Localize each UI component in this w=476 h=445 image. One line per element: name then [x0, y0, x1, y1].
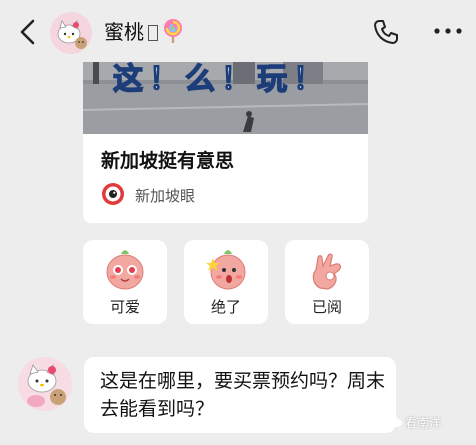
contact-name-text: 蜜桃 [104, 20, 144, 44]
watermark-text: 看南洋 [405, 416, 442, 430]
chat-screen: 蜜桃 这！么！玩！ 新加坡挺有意思 新加坡眼 可爱 绝了 已阅 这是在哪里，要买… [0, 0, 476, 445]
missing-glyph-icon [148, 25, 158, 41]
lollipop-emoji-icon [164, 19, 182, 43]
reaction-cute[interactable]: 可爱 [83, 240, 167, 324]
ok-hand-sticker-icon [312, 253, 342, 290]
phone-icon[interactable] [372, 18, 400, 46]
shared-link-card[interactable]: 这！么！玩！ 新加坡挺有意思 新加坡眼 [83, 40, 368, 223]
cute-face-sticker-icon [106, 250, 144, 290]
hello-kitty-avatar-icon [18, 357, 72, 411]
wechat-logo-icon [386, 415, 402, 427]
reaction-label: 已阅 [311, 298, 342, 316]
hello-kitty-avatar-icon [50, 12, 92, 54]
message-bubble[interactable]: 这是在哪里，要买票预约吗？周末去能看到吗？ [84, 357, 396, 433]
back-arrow-icon[interactable] [14, 16, 42, 48]
card-title: 新加坡挺有意思 [101, 150, 235, 172]
card-source: 新加坡眼 [135, 187, 196, 205]
wow-face-sticker-icon [206, 250, 246, 290]
reaction-read[interactable]: 已阅 [285, 240, 369, 324]
more-dots-icon[interactable] [432, 20, 464, 42]
chat-header: 蜜桃 [0, 0, 476, 62]
contact-name: 蜜桃 [104, 18, 184, 45]
message-text: 这是在哪里，要买票预约吗？周末去能看到吗？ [100, 370, 386, 420]
reaction-label: 绝了 [210, 298, 241, 316]
contact-avatar[interactable] [50, 12, 92, 54]
eye-logo-icon [102, 183, 124, 205]
reaction-awesome[interactable]: 绝了 [184, 240, 268, 324]
reaction-label: 可爱 [109, 298, 140, 316]
sender-avatar[interactable] [18, 357, 72, 411]
